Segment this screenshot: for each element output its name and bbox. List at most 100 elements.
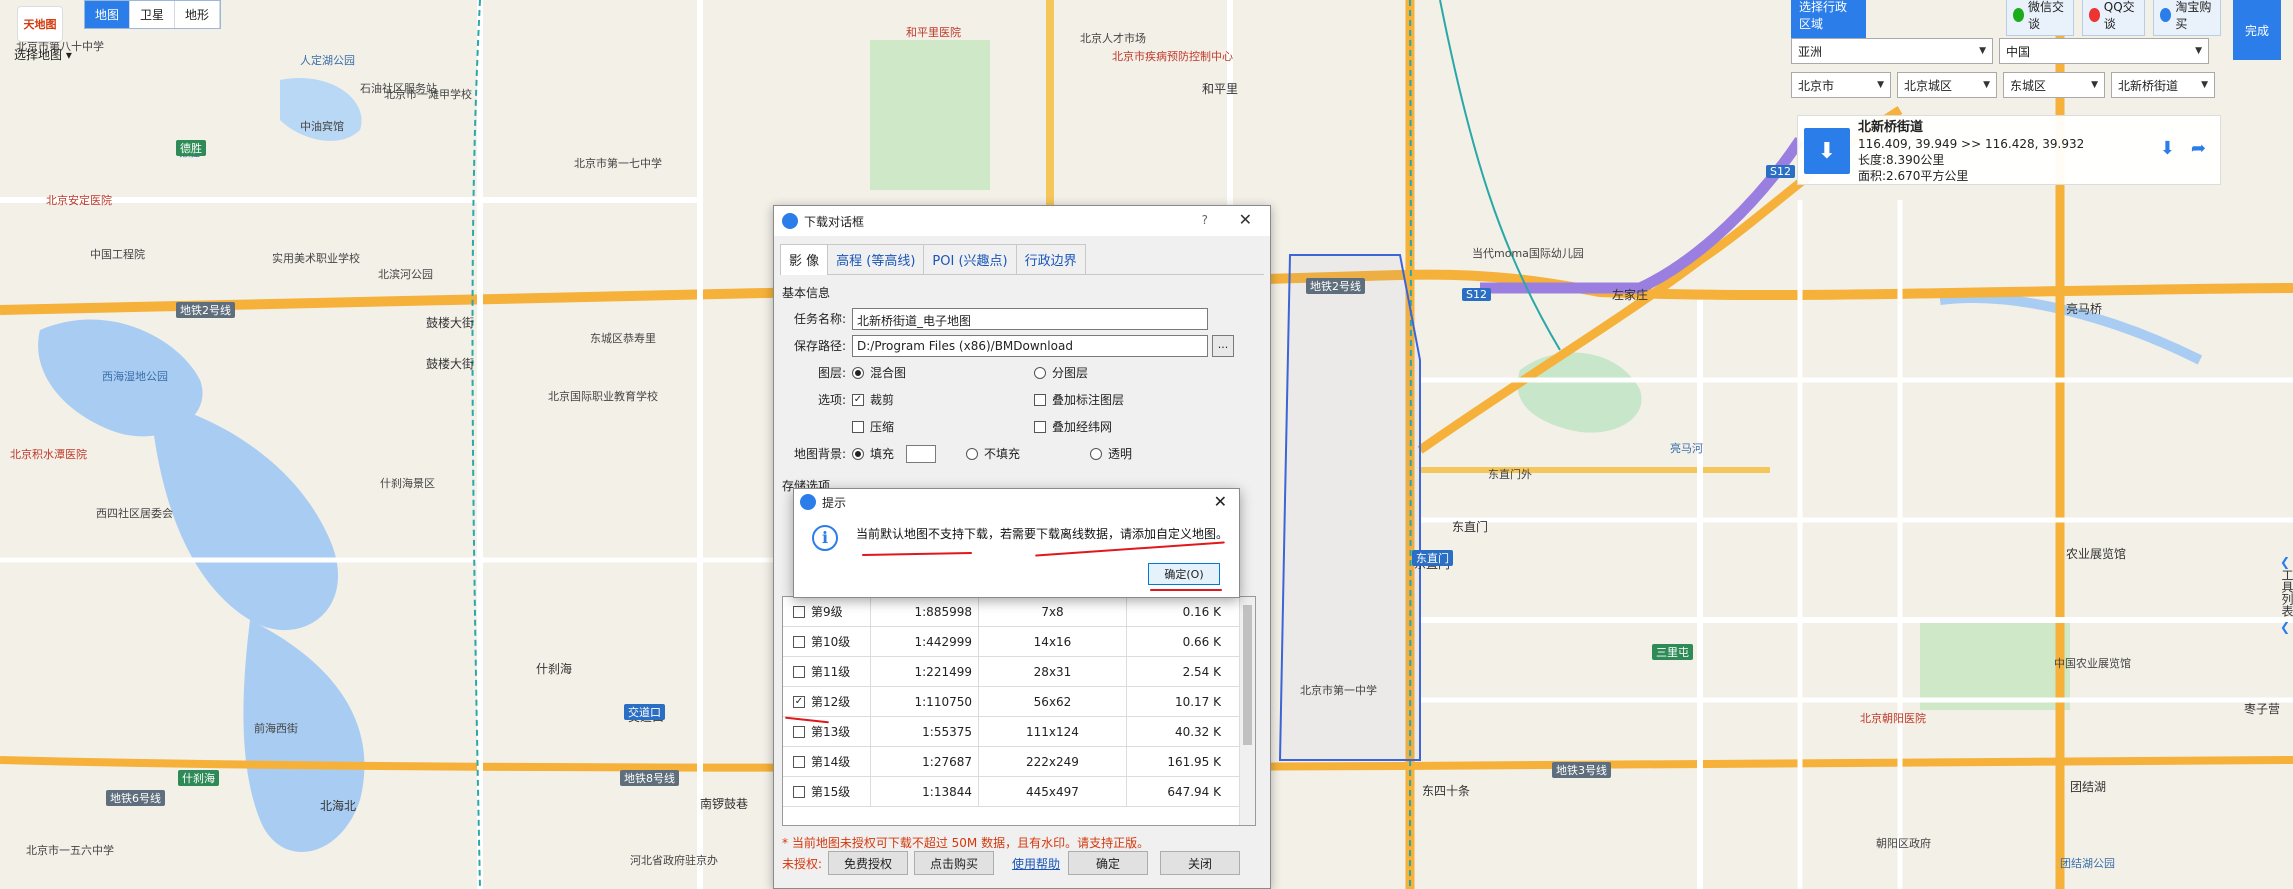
tab-elevation[interactable]: 高程 (等高线) [827, 244, 925, 274]
table-row[interactable]: 第9级 1:885998 7x8 0.16 K [783, 597, 1255, 627]
map-type-switcher[interactable]: 地图 卫星 地形 [84, 0, 222, 29]
map-label: 东直门外 [1488, 468, 1532, 481]
road-tag: 三里屯 [1652, 644, 1693, 660]
chevron-down-icon: ▼ [1983, 80, 1990, 90]
select-map-dropdown[interactable]: 选择地图 ▾ [14, 46, 72, 63]
close-icon[interactable]: ✕ [1239, 210, 1252, 229]
map-type-map[interactable]: 地图 [85, 1, 131, 28]
qq-icon [2088, 8, 2100, 22]
taobao-buy-button[interactable]: 淘宝购买 [2153, 0, 2221, 36]
wechat-icon [2012, 8, 2024, 22]
browse-button[interactable]: ... [1212, 334, 1234, 357]
table-row[interactable]: 第10级 1:442999 14x16 0.66 K [783, 627, 1255, 657]
table-row[interactable]: 第11级 1:221499 28x31 2.54 K [783, 657, 1255, 687]
info-icon: i [812, 525, 838, 551]
table-row[interactable]: 第14级 1:27687 222x249 161.95 K [783, 747, 1255, 777]
taobao-icon [2160, 8, 2172, 22]
layer-mixed-radio[interactable]: 混合图 [852, 364, 1026, 381]
province-select[interactable]: 北京市 ▼ [1791, 72, 1891, 98]
map-label: 前海西街 [254, 722, 298, 735]
level-tiles: 222x249 [979, 747, 1127, 776]
dialog-titlebar[interactable]: 下载对话框 ? ✕ [774, 206, 1270, 236]
level-checkbox[interactable] [793, 785, 805, 798]
map-label: 北京安定医院 [46, 194, 112, 207]
level-checkbox[interactable] [793, 605, 805, 618]
road-tag: 地铁6号线 [106, 790, 165, 806]
district-select[interactable]: 东城区 ▼ [2003, 72, 2105, 98]
task-name-input[interactable]: 北新桥街道_电子地图 [852, 307, 1208, 330]
license-warning: * 当前地图未授权可下载不超过 50M 数据，且有水印。请支持正版。 [782, 836, 1150, 850]
level-checkbox[interactable]: ✓ [793, 695, 805, 708]
logo-area[interactable]: 天地图 选择地图 ▾ [14, 6, 72, 76]
buy-button[interactable]: 点击购买 [914, 851, 995, 875]
layer-label: 图层: [817, 366, 846, 380]
table-row[interactable]: ✓ 第12级 1:110750 56x62 10.17 K [783, 687, 1255, 717]
alert-titlebar[interactable]: 提示 ✕ [794, 489, 1239, 515]
street-select[interactable]: 北新桥街道 ▼ [2111, 72, 2215, 98]
tab-poi[interactable]: POI (兴趣点) [923, 244, 1017, 274]
task-name-label: 任务名称: [793, 312, 846, 326]
wechat-chat-button[interactable]: 微信交谈 [2005, 0, 2074, 36]
table-row[interactable]: 第15级 1:13844 445x497 647.94 K [783, 777, 1255, 807]
level-size: 161.95 K [1167, 755, 1221, 769]
level-checkbox[interactable] [793, 725, 805, 738]
layer-split-radio[interactable]: 分图层 [1034, 364, 1088, 381]
map-label: 团结湖 [2070, 780, 2107, 794]
map-label: 亮马河 [1670, 442, 1703, 455]
level-checkbox[interactable] [793, 665, 805, 678]
close-button[interactable]: 关闭 [1160, 851, 1241, 875]
help-link[interactable]: 使用帮助 [1012, 855, 1060, 872]
dialog-title: 下载对话框 [804, 214, 865, 229]
bg-transparent-radio[interactable]: 透明 [1090, 445, 1132, 462]
save-path-input[interactable]: D:/Program Files (x86)/BMDownload [852, 334, 1208, 357]
map-label: 北京市一五六中学 [26, 844, 114, 857]
qq-chat-button[interactable]: QQ交谈 [2081, 0, 2146, 36]
compress-checkbox[interactable]: 压缩 [852, 418, 1034, 435]
map-label: 朝阳区政府 [1876, 837, 1931, 850]
chevron-down-icon: ▼ [1877, 80, 1884, 90]
level-size: 647.94 K [1167, 785, 1221, 799]
alert-ok-button[interactable]: 确定(O) [1148, 563, 1220, 585]
region-panel: 选择行政区域 微信交谈 QQ交谈 淘宝购买 亚洲 ▼ 中国 ▼ 北京市 ▼ 北京城区 ▼… [1791, 0, 2221, 98]
ok-button[interactable]: 确定 [1068, 851, 1149, 875]
map-label: 中油宾馆 [300, 120, 344, 133]
country-select[interactable]: 中国 ▼ [1999, 38, 2209, 64]
bg-fill-radio[interactable]: 填充 [852, 445, 894, 462]
level-tiles: 14x16 [979, 627, 1127, 656]
done-button[interactable]: 完成 [2233, 0, 2281, 60]
level-table-scrollbar[interactable] [1239, 597, 1255, 825]
tab-imagery[interactable]: 影 像 [780, 244, 829, 275]
road-tag: 什刹海 [178, 770, 219, 786]
help-icon[interactable]: ? [1202, 213, 1208, 227]
level-checkbox[interactable] [793, 635, 805, 648]
crop-checkbox[interactable]: ✓ 裁剪 [852, 391, 1034, 408]
map-type-terrain[interactable]: 地形 [175, 1, 221, 28]
road-tag: 地铁3号线 [1552, 762, 1611, 778]
continent-select[interactable]: 亚洲 ▼ [1791, 38, 1993, 64]
download-icon[interactable]: ⬇ [2160, 138, 2175, 159]
level-name: 第11级 [811, 665, 851, 679]
map-type-satellite[interactable]: 卫星 [130, 1, 176, 28]
map-label: 什刹海 [536, 662, 573, 676]
download-area-icon[interactable]: ⬇ [1804, 128, 1850, 174]
close-icon[interactable]: ✕ [1214, 492, 1227, 511]
map-label: 北京国际职业教育学校 [548, 390, 658, 403]
table-row[interactable]: 第13级 1:55375 111x124 40.32 K [783, 717, 1255, 747]
city-select[interactable]: 北京城区 ▼ [1897, 72, 1997, 98]
level-tiles: 7x8 [979, 597, 1127, 626]
fill-color-swatch[interactable] [906, 444, 937, 463]
map-label: 农业展览馆 [2066, 547, 2127, 561]
tab-boundary[interactable]: 行政边界 [1015, 244, 1086, 274]
options-label: 选项: [817, 393, 846, 407]
chevron-down-icon: ▼ [2201, 80, 2208, 90]
overlay-label-checkbox[interactable]: 叠加标注图层 [1034, 391, 1124, 408]
share-icon[interactable]: ➦ [2191, 138, 2206, 159]
free-license-button[interactable]: 免费授权 [828, 851, 909, 875]
map-label: 河北省政府驻京办 [630, 854, 718, 867]
side-tools-tab[interactable]: ❮ 工具列表 ❮ [2280, 555, 2293, 634]
level-size: 0.66 K [1182, 635, 1221, 649]
level-table[interactable]: 第9级 1:885998 7x8 0.16 K 第10级 1:442999 14x16 0.6… [782, 596, 1256, 826]
level-checkbox[interactable] [793, 755, 805, 768]
overlay-grid-checkbox[interactable]: 叠加经纬网 [1034, 418, 1112, 435]
bg-nofill-radio[interactable]: 不填充 [966, 445, 1082, 462]
